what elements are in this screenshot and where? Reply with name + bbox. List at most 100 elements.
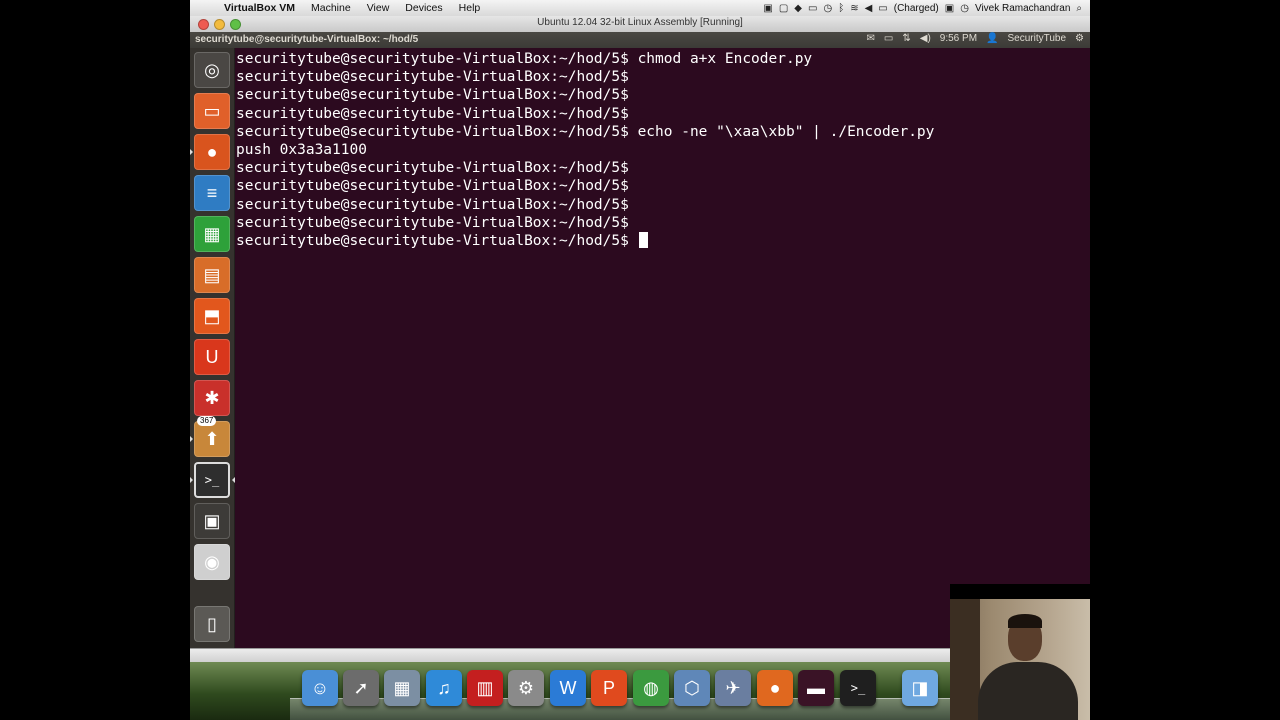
trash-icon[interactable]: ▯ [194, 606, 230, 642]
home-folder-glyph: ▭ [203, 100, 221, 121]
finder-icon[interactable]: ☺ [302, 670, 338, 706]
firefox-dock-icon[interactable]: ● [757, 670, 793, 706]
libreoffice-impress-icon[interactable]: ▤ [194, 257, 230, 293]
mac-status-area: ▣ ▢ ◆ ▭ ◷ ᛒ ≋ ◀ ▭ (Charged) ▣ ◷ Vivek Ra… [763, 0, 1082, 16]
time-machine-icon[interactable]: ◷ [823, 3, 832, 14]
powerpoint-icon[interactable]: P [591, 670, 627, 706]
running-indicator [190, 477, 193, 483]
wifi-icon[interactable]: ≋ [850, 3, 858, 14]
terminal-line: securitytube@securitytube-VirtualBox:~/h… [236, 87, 638, 104]
panel-user[interactable]: SecurityTube [1007, 33, 1066, 44]
terminal-line: securitytube@securitytube-VirtualBox:~/h… [236, 214, 638, 231]
mail-icon[interactable]: ✉ [867, 33, 875, 44]
trash-glyph: ▯ [207, 613, 217, 634]
vbox-window-title: Ubuntu 12.04 32-bit Linux Assembly [Runn… [537, 17, 743, 28]
ubuntu-one-icon[interactable]: U [194, 339, 230, 375]
photo-app-icon[interactable]: ✈ [715, 670, 751, 706]
update-manager-icon[interactable]: ⬆ 367 [190, 416, 230, 457]
terminal-line: securitytube@securitytube-VirtualBox:~/h… [236, 123, 935, 140]
terminal-line: securitytube@securitytube-VirtualBox:~/h… [236, 160, 638, 177]
session-gear-icon[interactable]: ⚙ [1075, 33, 1084, 44]
menu-view[interactable]: View [359, 2, 398, 14]
webcam-person-hair [1008, 614, 1042, 628]
menu-help[interactable]: Help [451, 2, 489, 14]
network-icon[interactable]: ⇅ [902, 33, 910, 44]
terminal-line: push 0x3a3a1100 [236, 141, 367, 158]
workspace-switcher-icon[interactable]: ▣ [194, 503, 230, 539]
clock-icon[interactable]: ◷ [960, 3, 969, 14]
unity-launcher: ◎ ▭ ● ≡ ▦ ▤ ⬒ U ✱ ⬆ 367 >_ ▣ ◉ ▯ [190, 48, 235, 648]
virtualbox-icon[interactable]: ⬡ [674, 670, 710, 706]
dash-home-icon[interactable]: ◎ [194, 52, 230, 88]
user-name[interactable]: Vivek Ramachandran [975, 3, 1070, 14]
mac-menubar: VirtualBox VM Machine View Devices Help … [190, 0, 1090, 17]
running-indicator [190, 149, 193, 155]
spotlight-search-icon[interactable]: ⌕ [1076, 3, 1082, 14]
screen-share-icon[interactable]: ▣ [763, 3, 772, 14]
update-manager-glyph: ⬆ [204, 428, 220, 449]
ubuntu-software-center-icon[interactable]: ⬒ [194, 298, 230, 334]
bluetooth-icon[interactable]: ᛒ [838, 3, 844, 14]
webcam-person-body [978, 662, 1078, 720]
user-icon[interactable]: 👤 [986, 33, 998, 44]
terminal-line: securitytube@securitytube-VirtualBox:~/h… [236, 178, 638, 195]
window-icon[interactable]: ▢ [779, 3, 788, 14]
battery-indicator-icon[interactable]: ▭ [884, 33, 893, 44]
terminal-line: securitytube@securitytube-VirtualBox:~/h… [236, 51, 813, 67]
ubuntu-one-glyph: U [205, 346, 219, 367]
libreoffice-writer-icon[interactable]: ≡ [194, 175, 230, 211]
terminal-prompt-line[interactable]: securitytube@securitytube-VirtualBox:~/h… [236, 231, 1090, 250]
menu-app-name[interactable]: VirtualBox VM [216, 2, 303, 14]
dash-home-glyph: ◎ [204, 59, 220, 80]
battery-status[interactable]: (Charged) [894, 3, 939, 14]
text-cursor [638, 231, 648, 248]
terminal-glyph: >_ [204, 473, 220, 487]
system-settings-icon[interactable]: ✱ [194, 380, 230, 416]
running-indicator [190, 436, 193, 442]
webcam-shelf [950, 599, 980, 720]
terminal-window[interactable]: securitytube@securitytube-VirtualBox:~/h… [235, 48, 1090, 648]
flag-icon[interactable]: ▣ [945, 3, 954, 14]
libreoffice-writer-glyph: ≡ [206, 182, 218, 203]
launchpad-icon[interactable]: ➚ [343, 670, 379, 706]
firefox-icon[interactable]: ● [190, 134, 230, 170]
vm-preview-icon[interactable]: ▬ [798, 670, 834, 706]
dropbox-icon[interactable]: ◆ [794, 3, 802, 14]
update-count-badge: 367 [197, 416, 217, 426]
system-settings-glyph: ✱ [204, 387, 220, 408]
ubuntu-software-center-glyph: ⬒ [203, 305, 221, 326]
vbox-titlebar: Ubuntu 12.04 32-bit Linux Assembly [Runn… [190, 16, 1090, 33]
firefox-glyph: ● [206, 141, 218, 162]
word-icon[interactable]: W [550, 670, 586, 706]
battery-icon[interactable]: ▭ [878, 3, 887, 14]
sound-icon[interactable]: ◀) [920, 33, 931, 44]
current-prompt: securitytube@securitytube-VirtualBox:~/h… [236, 232, 638, 249]
panel-indicators: ✉ ▭ ⇅ ◀) 9:56 PM 👤 SecurityTube ⚙ [867, 33, 1084, 44]
dvd-glyph: ◉ [204, 551, 220, 572]
panel-clock[interactable]: 9:56 PM [940, 33, 977, 44]
display-icon[interactable]: ▭ [808, 3, 817, 14]
terminal-line: securitytube@securitytube-VirtualBox:~/h… [236, 69, 638, 86]
volume-icon[interactable]: ◀ [865, 3, 873, 14]
terminal-dock-icon[interactable]: >_ [840, 670, 876, 706]
terminal-line: securitytube@securitytube-VirtualBox:~/h… [236, 196, 638, 213]
system-preferences-icon[interactable]: ⚙ [508, 670, 544, 706]
dvd-icon[interactable]: ◉ [194, 544, 230, 580]
libreoffice-calc-glyph: ▦ [203, 223, 221, 244]
libreoffice-calc-icon[interactable]: ▦ [194, 216, 230, 252]
workspace-switcher-glyph: ▣ [203, 510, 221, 531]
itunes-icon[interactable]: ♫ [426, 670, 462, 706]
photo-booth-icon[interactable]: ▥ [467, 670, 503, 706]
terminal-icon[interactable]: >_ [190, 462, 235, 498]
preview-icon[interactable]: ▦ [384, 670, 420, 706]
home-folder-icon[interactable]: ▭ [194, 93, 230, 129]
menu-devices[interactable]: Devices [397, 2, 450, 14]
libreoffice-impress-glyph: ▤ [203, 264, 221, 285]
panel-window-title: securitytube@securitytube-VirtualBox: ~/… [195, 34, 419, 45]
applications-folder-icon[interactable]: ◨ [902, 670, 938, 706]
terminal-line: securitytube@securitytube-VirtualBox:~/h… [236, 105, 638, 122]
webcam-overlay [950, 584, 1090, 720]
chrome-icon[interactable]: ◍ [633, 670, 669, 706]
ubuntu-top-panel: securitytube@securitytube-VirtualBox: ~/… [190, 32, 1090, 48]
menu-machine[interactable]: Machine [303, 2, 359, 14]
